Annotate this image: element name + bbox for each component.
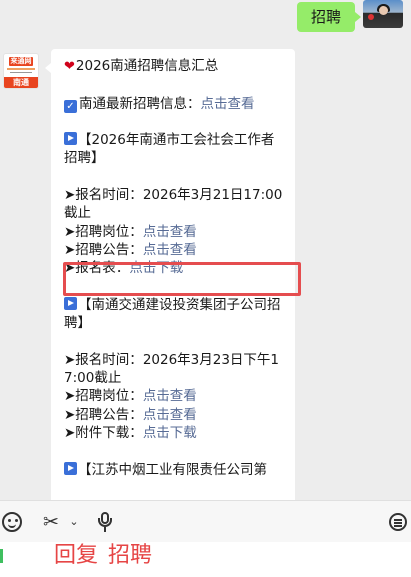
heart-icon: ❤ (64, 59, 75, 74)
post-row-1: ➤招聘岗位：点击查看 (64, 223, 197, 240)
scissors-icon[interactable]: ✂ (40, 512, 62, 532)
post-row-2: ➤招聘岗位：点击查看 (64, 388, 197, 405)
job-title-1: 【2026年南通市工会社会工作者招聘】 (64, 132, 275, 167)
reply-instruction: 回复 招聘 (54, 540, 152, 572)
outgoing-message[interactable]: 招聘 (296, 2, 362, 32)
notice-row-1: ➤招聘公告：点击查看 (64, 241, 197, 258)
incoming-message: ❤2026南通招聘信息汇总 ✓ 南通最新招聘信息：点击查看 【2026年南通市工会… (45, 49, 295, 500)
apply-time-2: ➤报名时间：2026年3月23日下午17:00截止 (64, 351, 280, 387)
attachment-row-2: ➤附件下载：点击下载 (64, 424, 197, 441)
attachment-download-link[interactable]: 点击下载 (143, 425, 197, 441)
user-avatar[interactable] (363, 0, 403, 28)
message-header: ❤2026南通招聘信息汇总 (64, 58, 219, 74)
job-title-2: 【南通交通建设投资集团子公司招聘】 (64, 296, 281, 332)
chevron-down-icon[interactable]: ⌄ (68, 512, 80, 532)
keyboard-icon[interactable] (389, 513, 407, 531)
play-icon (64, 461, 77, 475)
chat-area: 招聘 来通网 南通 ❤2026南通招聘信息汇总 ✓ 南通最新招聘信息：点击查看 【… (0, 0, 411, 500)
text-cursor-mark (0, 549, 3, 563)
avatar-logo-bottom: 南通 (4, 77, 38, 88)
notice-link-1[interactable]: 点击查看 (143, 242, 197, 258)
latest-info-link[interactable]: 点击查看 (201, 96, 255, 112)
avatar-logo-top: 来通网 (9, 57, 33, 66)
form-row-1: ➤报名表：点击下载 (64, 260, 184, 277)
input-toolbar: ✂ ⌄ (0, 500, 411, 542)
post-link-1[interactable]: 点击查看 (143, 224, 197, 240)
notice-row-2: ➤招聘公告：点击查看 (64, 406, 197, 423)
emoji-icon[interactable] (2, 512, 22, 532)
checkbox-icon: ✓ (64, 99, 77, 113)
microphone-icon[interactable] (98, 512, 112, 532)
play-icon (64, 296, 77, 310)
job-title-3: 【江苏中烟工业有限责任公司第 (64, 461, 283, 479)
play-icon (64, 132, 77, 146)
official-account-avatar[interactable]: 来通网 南通 (3, 53, 39, 89)
form-download-link[interactable]: 点击下载 (129, 260, 183, 276)
reply-label: 回复 (54, 543, 99, 568)
notice-link-2[interactable]: 点击查看 (143, 407, 197, 423)
apply-time-1: ➤报名时间：2026年3月21日17:00截止 (64, 187, 283, 222)
post-link-2[interactable]: 点击查看 (143, 388, 197, 404)
reply-keyword: 招聘 (108, 543, 153, 568)
latest-info-row: ✓ 南通最新招聘信息：点击查看 (64, 95, 283, 113)
outgoing-message-text: 招聘 (310, 8, 341, 26)
